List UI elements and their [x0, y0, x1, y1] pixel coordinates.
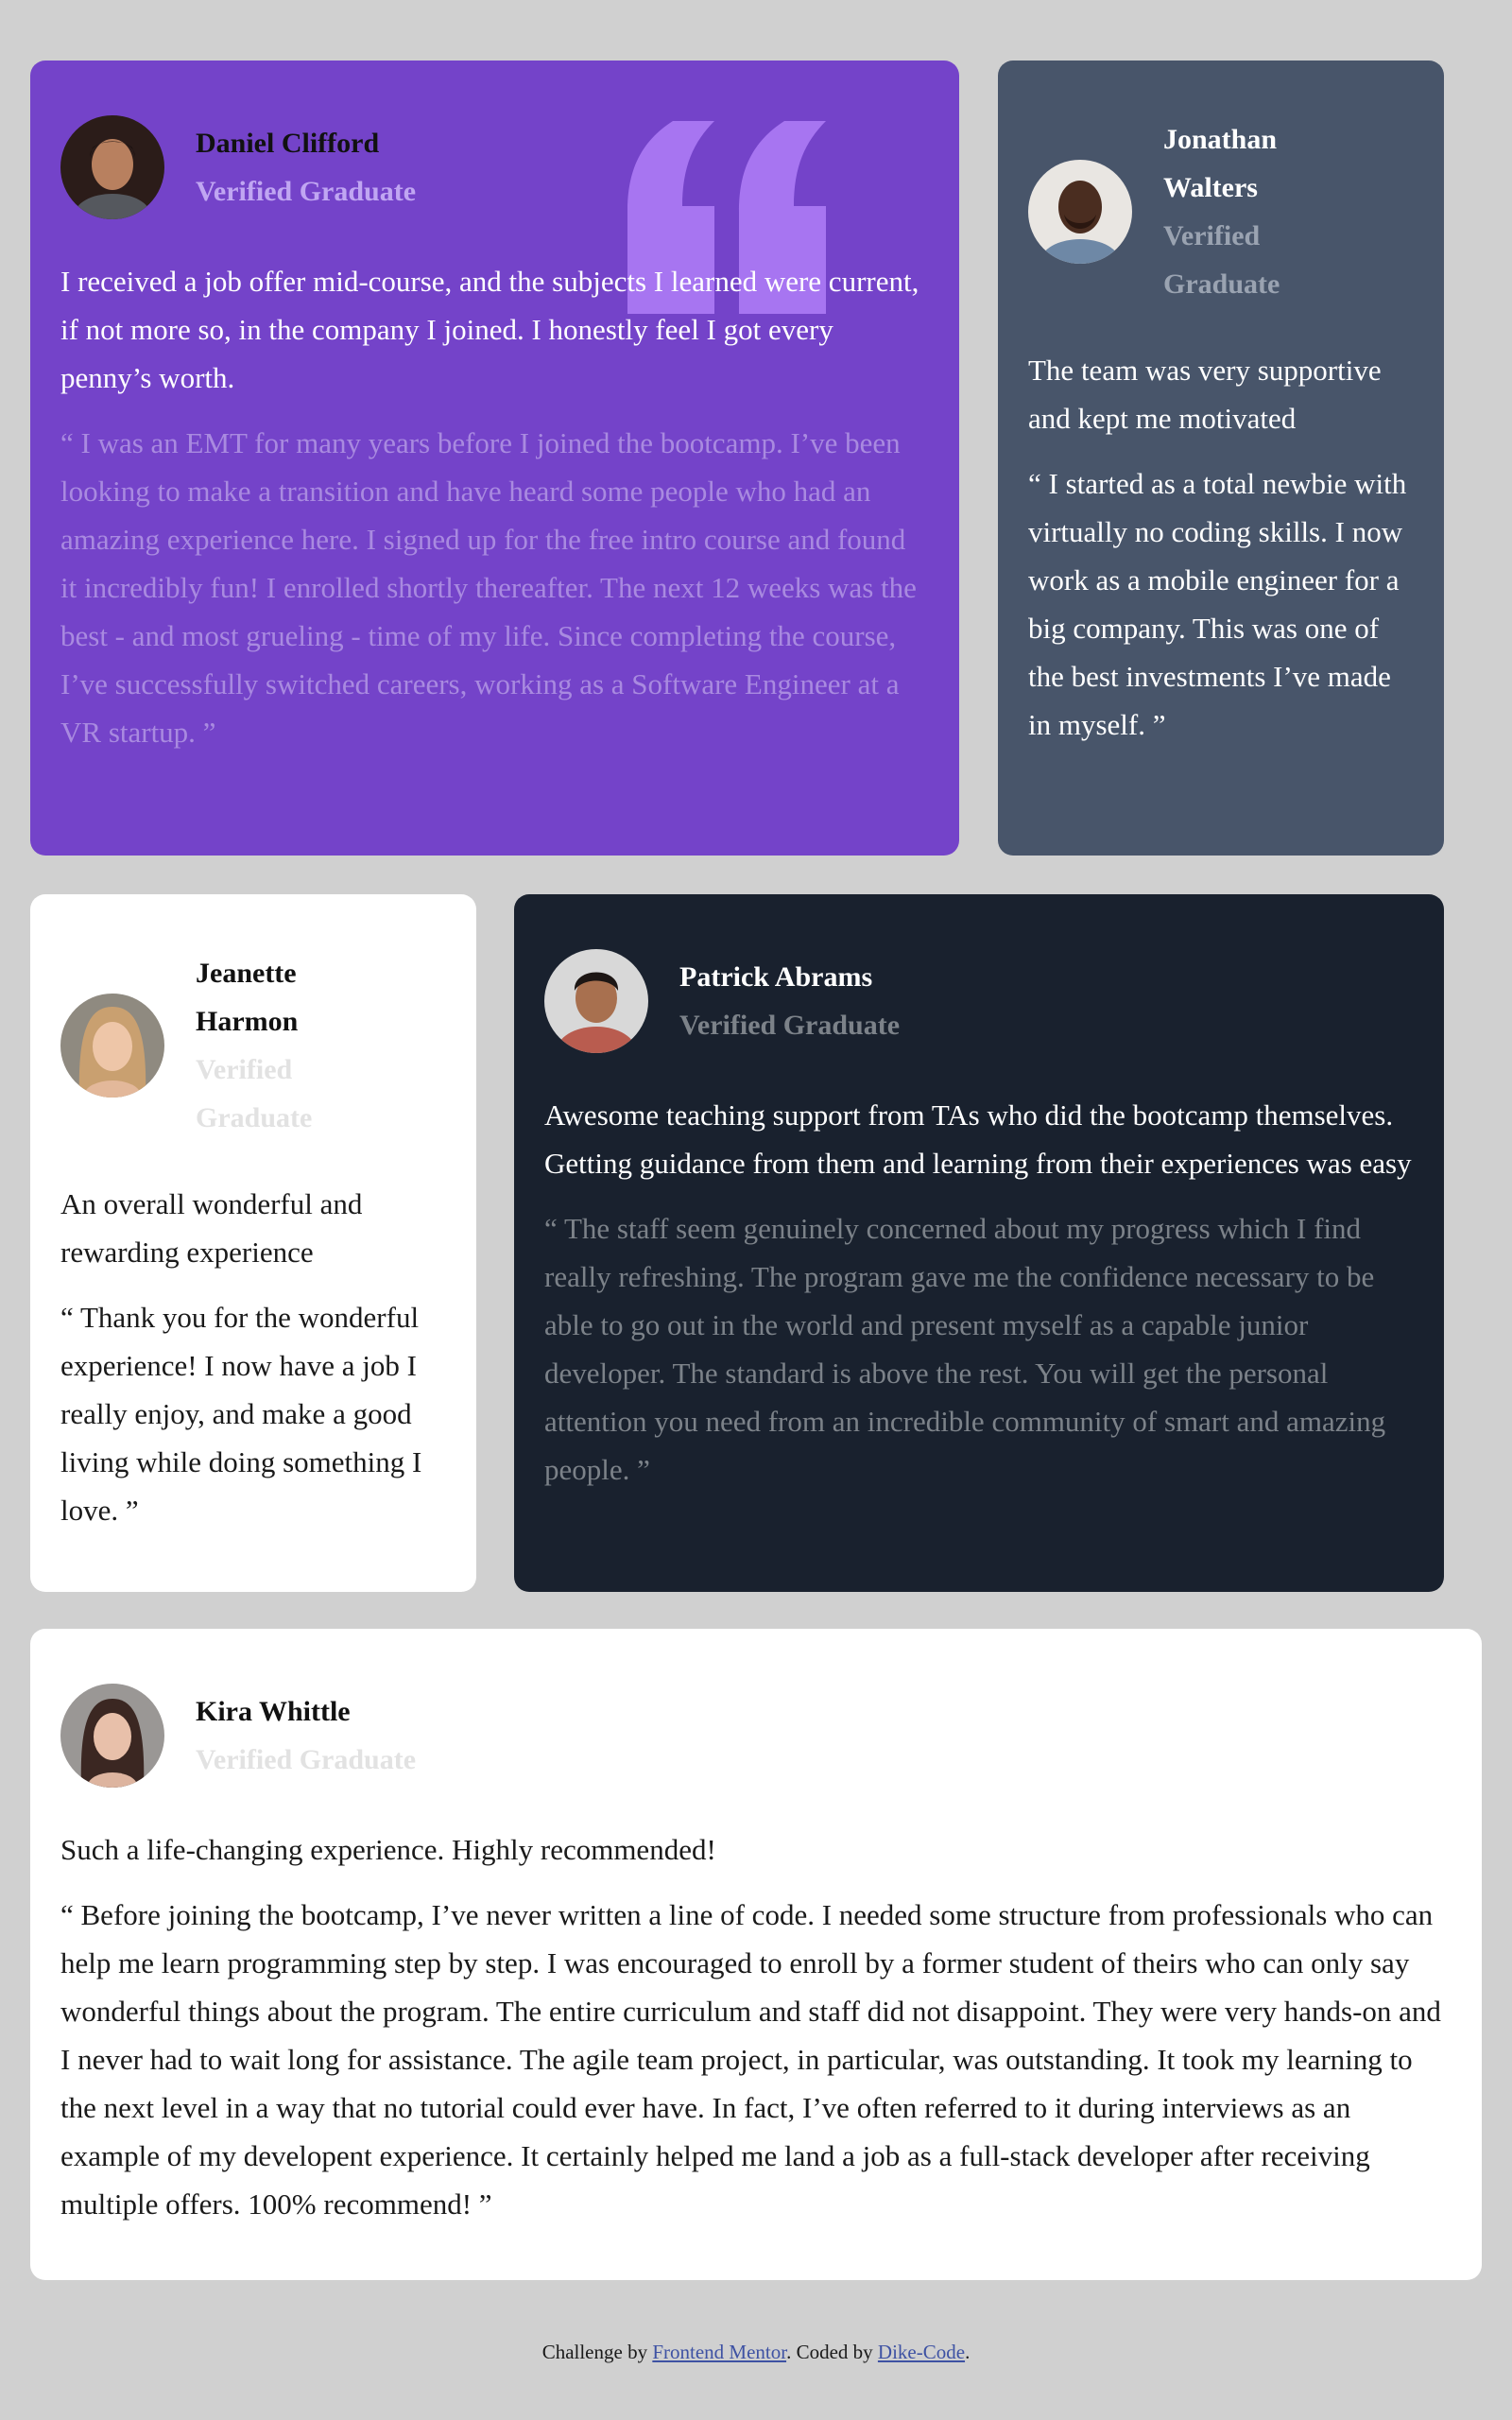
avatar: [544, 949, 648, 1053]
testimonial-header: Patrick Abrams Verified Graduate: [544, 949, 1414, 1053]
person-role: Verified Graduate: [196, 1744, 417, 1775]
testimonial-card-patrick-abrams: Patrick Abrams Verified Graduate Awesome…: [514, 894, 1444, 1592]
person-name: Jeanette Harmon: [196, 958, 299, 1037]
attribution-prefix: Challenge by: [541, 2341, 653, 2363]
avatar: [60, 994, 164, 1098]
testimonial-card-jeanette-harmon: Jeanette Harmon Verified Graduate An ove…: [30, 894, 476, 1592]
frontend-mentor-link[interactable]: Frontend Mentor: [652, 2341, 786, 2363]
testimonial-summary: I received a job offer mid-course, and t…: [60, 265, 919, 394]
person-name: Daniel Clifford: [196, 128, 380, 159]
testimonial-header: Jonathan Walters Verified Graduate: [1028, 115, 1414, 308]
person-name: Patrick Abrams: [679, 961, 873, 993]
testimonial-quote: “ Thank you for the wonderful experience…: [60, 1301, 422, 1527]
person-name: Kira Whittle: [196, 1696, 351, 1727]
person-role: Verified Graduate: [196, 176, 417, 207]
person-role: Verified Graduate: [1163, 220, 1280, 300]
testimonial-summary: Such a life-changing experience. Highly …: [60, 1833, 716, 1866]
testimonial-card-daniel-clifford: Daniel Clifford Verified Graduate I rece…: [30, 60, 959, 856]
testimonial-summary: Awesome teaching support from TAs who di…: [544, 1098, 1412, 1180]
attribution-footer: Challenge by Frontend Mentor. Coded by D…: [0, 2341, 1512, 2364]
author-link[interactable]: Dike-Code: [878, 2341, 965, 2363]
testimonial-quote: “ Before joining the bootcamp, I’ve neve…: [60, 1898, 1441, 2221]
attribution-middle: . Coded by: [786, 2341, 878, 2363]
testimonial-quote: “ I was an EMT for many years before I j…: [60, 426, 917, 749]
person-name: Jonathan Walters: [1163, 124, 1278, 203]
testimonial-header: Jeanette Harmon Verified Graduate: [60, 949, 446, 1142]
testimonial-card-jonathan-walters: Jonathan Walters Verified Graduate The t…: [998, 60, 1444, 856]
attribution-suffix: .: [965, 2341, 971, 2363]
testimonial-quote: “ I started as a total newbie with virtu…: [1028, 467, 1407, 741]
testimonial-summary: An overall wonderful and rewarding exper…: [60, 1187, 363, 1269]
avatar: [60, 115, 164, 219]
person-role: Verified Graduate: [196, 1054, 313, 1133]
testimonial-card-kira-whittle: Kira Whittle Verified Graduate Such a li…: [30, 1629, 1482, 2280]
avatar: [60, 1684, 164, 1788]
testimonial-summary: The team was very supportive and kept me…: [1028, 354, 1382, 435]
avatar: [1028, 160, 1132, 264]
testimonial-header: Kira Whittle Verified Graduate: [60, 1684, 1452, 1788]
person-role: Verified Graduate: [679, 1010, 901, 1041]
testimonial-header: Daniel Clifford Verified Graduate: [60, 115, 929, 219]
testimonial-quote: “ The staff seem genuinely concerned abo…: [544, 1212, 1386, 1486]
